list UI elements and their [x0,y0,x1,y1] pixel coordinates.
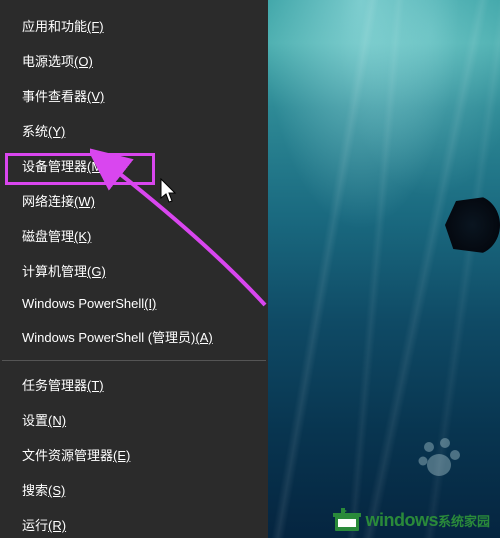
menu-powershell-admin[interactable]: Windows PowerShell (管理员)(A) [0,319,268,354]
menu-task-manager[interactable]: 任务管理器(T) [0,367,268,402]
menu-device-manager[interactable]: 设备管理器(M) [0,148,268,183]
desktop-wallpaper [268,0,500,538]
menu-disk-management[interactable]: 磁盘管理(K) [0,218,268,253]
winx-menu: 应用和功能(F) 电源选项(O) 事件查看器(V) 系统(Y) 设备管理器(M)… [0,0,268,538]
site-watermark: windows 系统家园 [333,508,490,532]
watermark-sub-text: 系统家园 [438,511,490,530]
menu-system[interactable]: 系统(Y) [0,113,268,148]
menu-settings[interactable]: 设置(N) [0,402,268,437]
menu-search[interactable]: 搜索(S) [0,472,268,507]
menu-computer-management[interactable]: 计算机管理(G) [0,253,268,288]
watermark-main-text: windows [365,510,438,531]
paw-watermark-icon [415,433,465,488]
menu-event-viewer[interactable]: 事件查看器(V) [0,78,268,113]
watermark-logo-icon [333,508,361,532]
menu-file-explorer[interactable]: 文件资源管理器(E) [0,437,268,472]
menu-run[interactable]: 运行(R) [0,507,268,538]
menu-powershell[interactable]: Windows PowerShell(I) [0,288,268,319]
menu-power-options[interactable]: 电源选项(O) [0,43,268,78]
menu-network-connections[interactable]: 网络连接(W) [0,183,268,218]
menu-apps-features[interactable]: 应用和功能(F) [0,8,268,43]
menu-separator [2,360,266,361]
